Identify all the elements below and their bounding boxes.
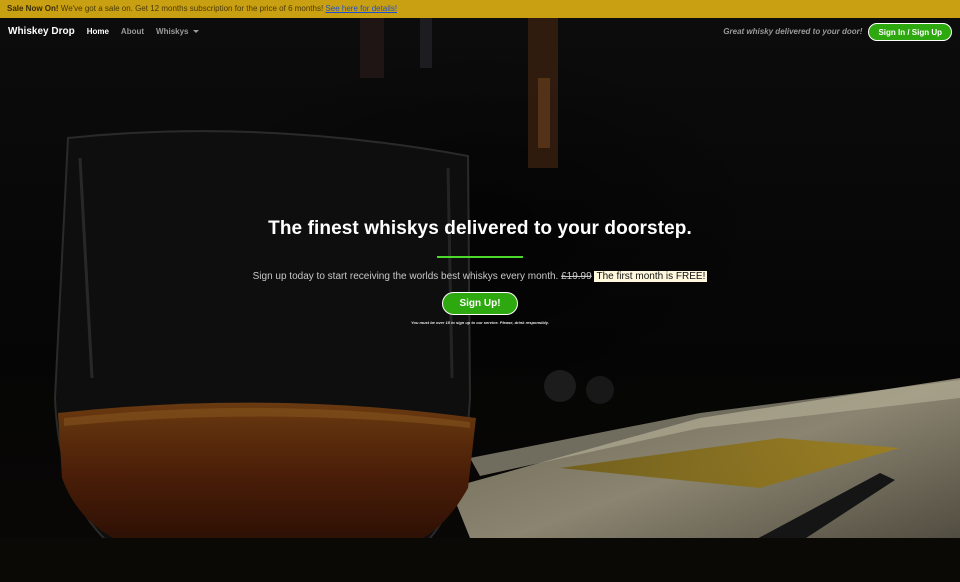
hero-subline: Sign up today to start receiving the wor… xyxy=(0,271,960,282)
nav-item-whiskys-label: Whiskys xyxy=(156,27,189,36)
age-disclaimer: You must be over 18 to sign up to our se… xyxy=(411,320,549,325)
nav-item-home[interactable]: Home xyxy=(87,27,109,36)
nav-tagline: Great whisky delivered to your door! xyxy=(723,27,863,36)
hero-headline: The finest whiskys delivered to your doo… xyxy=(268,218,692,239)
brand-logo[interactable]: Whiskey Drop xyxy=(8,26,75,37)
nav-item-about[interactable]: About xyxy=(121,27,144,36)
sale-banner: Sale Now On! We've got a sale on. Get 12… xyxy=(0,0,960,18)
free-offer-badge: The first month is FREE! xyxy=(594,271,708,282)
nav-item-whiskys-dropdown[interactable]: Whiskys xyxy=(156,27,199,36)
hero-divider xyxy=(437,256,523,258)
nav-right: Great whisky delivered to your door! Sig… xyxy=(723,22,952,41)
sign-up-button[interactable]: Sign Up! xyxy=(442,292,518,315)
sale-banner-message: We've got a sale on. Get 12 months subsc… xyxy=(60,4,324,13)
top-navbar: Whiskey Drop Home About Whiskys Great wh… xyxy=(0,18,960,45)
chevron-down-icon xyxy=(192,30,199,34)
hero-subline-text: Sign up today to start receiving the wor… xyxy=(252,271,559,282)
sale-banner-title: Sale Now On! xyxy=(7,4,59,13)
hero-content: The finest whiskys delivered to your doo… xyxy=(0,218,960,325)
sign-in-button[interactable]: Sign In / Sign Up xyxy=(868,22,952,41)
sale-details-link[interactable]: See here for details! xyxy=(325,4,397,13)
old-price: £19.99 xyxy=(561,271,592,282)
